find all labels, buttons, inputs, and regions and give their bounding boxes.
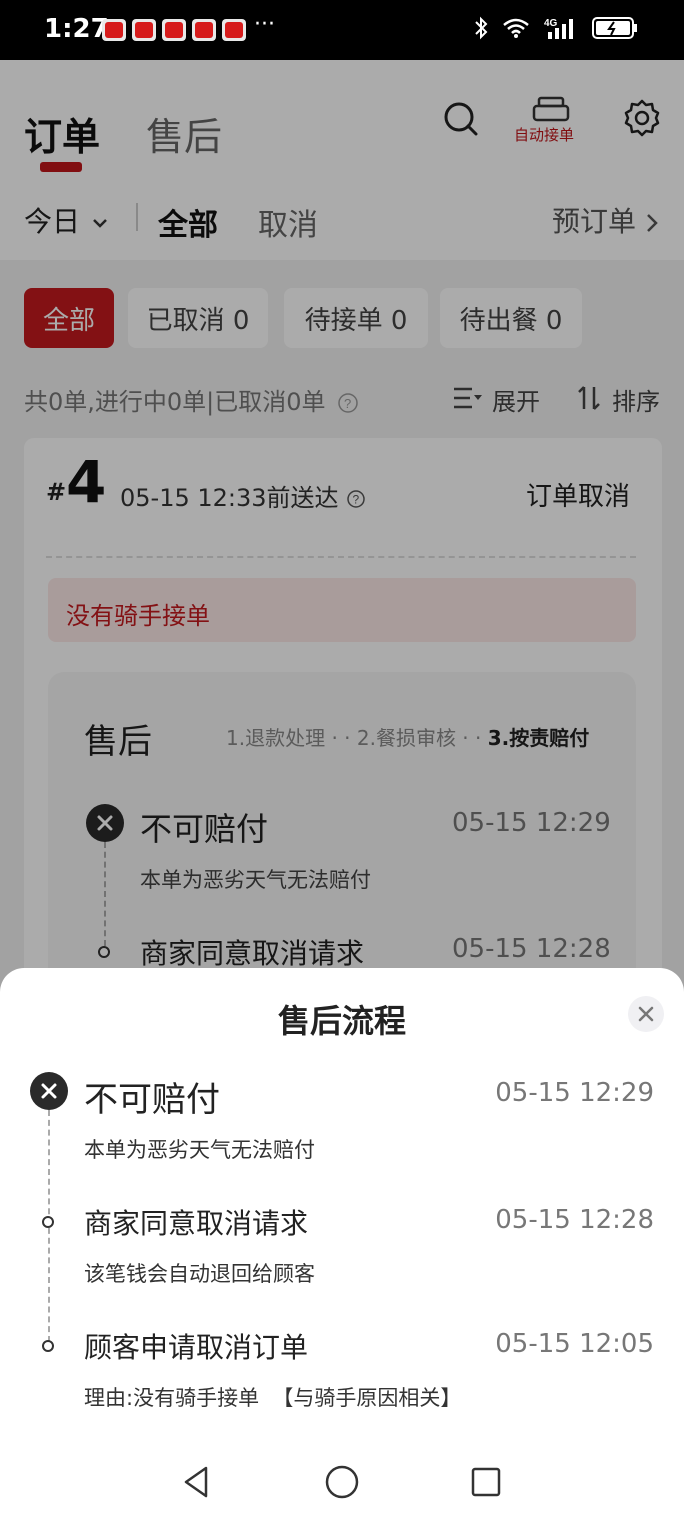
notification-icons (102, 19, 246, 41)
close-icon (41, 1083, 57, 1099)
status-time: 1:27 (44, 14, 109, 44)
home-icon[interactable] (324, 1464, 360, 1500)
close-button[interactable] (628, 996, 664, 1032)
signal-4g-icon: 4G (544, 18, 573, 39)
x-circle-icon (30, 1072, 68, 1110)
timeline-title: 不可赔付 (84, 1080, 220, 1120)
more-notifications: ··· (254, 12, 275, 37)
timeline-title: 商家同意取消请求 (84, 1207, 309, 1240)
battery-icon (592, 17, 637, 39)
after-sale-flow-sheet (0, 968, 684, 1520)
timeline-time: 05-15 12:29 (495, 1078, 654, 1108)
dot-icon (42, 1216, 54, 1228)
timeline-time: 05-15 12:05 (495, 1329, 654, 1359)
app-notification-icon (132, 19, 156, 41)
timeline-desc: 本单为恶劣天气无法赔付 (84, 1138, 315, 1162)
app-notification-icon (192, 19, 216, 41)
sheet-title: 售后流程 (277, 1002, 406, 1040)
wifi-icon (503, 18, 529, 38)
close-icon (638, 1006, 654, 1022)
app-notification-icon (162, 19, 186, 41)
status-bar: 1:27 ··· 4G (0, 0, 684, 60)
back-icon[interactable] (180, 1464, 212, 1500)
system-icons: 4G (474, 16, 638, 40)
dot-icon (42, 1340, 54, 1352)
bluetooth-icon (475, 16, 488, 40)
app-notification-icon (102, 19, 126, 41)
svg-text:4G: 4G (544, 18, 558, 29)
timeline-desc: 该笔钱会自动退回给顾客 (84, 1262, 315, 1286)
recents-icon[interactable] (470, 1466, 502, 1498)
timeline-title: 顾客申请取消订单 (84, 1331, 309, 1364)
timeline-desc: 理由:没有骑手接单 【与骑手原因相关】 (84, 1386, 462, 1410)
app-notification-icon (222, 19, 246, 41)
timeline-time: 05-15 12:28 (495, 1205, 654, 1235)
system-nav-bar (0, 1440, 684, 1520)
